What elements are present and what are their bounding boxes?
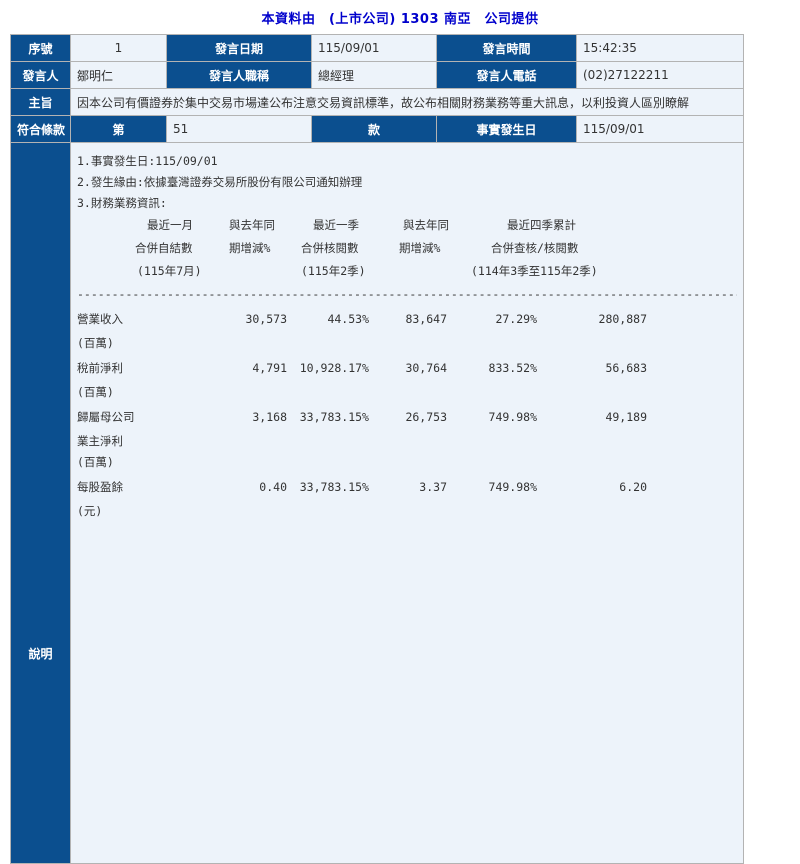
date-label: 發言日期 [166, 34, 312, 62]
row-value: 4,791 [252, 361, 287, 375]
row-value: 833.52% [488, 361, 537, 375]
row-value: 749.98% [488, 410, 537, 424]
separator-line: ----------------------------------------… [77, 287, 737, 301]
table-row: 序號 1 發言日期 115/09/01 發言時間 15:42:35 [10, 34, 744, 62]
row-value: 280,887 [598, 312, 647, 326]
event-date-value: 115/09/01 [576, 115, 744, 143]
col-header: 合併自結數 [135, 241, 193, 255]
item-label: 第 [70, 115, 167, 143]
row-unit: (百萬) [77, 385, 114, 399]
table-row: 說明 1.事實發生日:115/09/01 2.發生緣由:依據臺灣證券交易所股份有… [10, 142, 744, 864]
row-value: 3,168 [252, 410, 287, 424]
financial-row: 稅前淨利 4,791 10,928.17% 30,764 833.52% 56,683 [77, 354, 737, 382]
table-row: 發言人 鄒明仁 發言人職稱 總經理 發言人電話 (02)27122211 [10, 61, 744, 89]
explain-label: 說明 [10, 142, 71, 864]
role-label: 發言人職稱 [166, 61, 312, 89]
row-value: 26,753 [405, 410, 447, 424]
financial-row: 每股盈餘 0.40 33,783.15% 3.37 749.98% 6.20 [77, 473, 737, 501]
row-label: 歸屬母公司 [77, 410, 135, 424]
col-header: 合併查核/核閱數 [491, 241, 579, 255]
seq-value: 1 [70, 34, 167, 62]
phone-label: 發言人電話 [436, 61, 577, 89]
subject-value: 因本公司有價證券於集中交易市場達公布注意交易資訊標準，故公布相關財務業務等重大訊… [70, 88, 744, 116]
financial-header-row-2: 合併自結數 期增減% 合併核閱數 期增減% 合併查核/核閱數 [77, 237, 737, 260]
page-title: 本資料由 (上市公司) 1303 南亞 公司提供 [261, 12, 539, 27]
row-label: 營業收入 [77, 312, 123, 326]
clause-label: 符合條款 [10, 115, 71, 143]
event-date-label: 事實發生日 [436, 115, 577, 143]
explain-content: 1.事實發生日:115/09/01 2.發生緣由:依據臺灣證券交易所股份有限公司… [70, 142, 744, 864]
row-unit: (元) [77, 504, 103, 518]
phone-value: (02)27122211 [576, 61, 744, 89]
explain-text: 1.事實發生日:115/09/01 2.發生緣由:依據臺灣證券交易所股份有限公司… [77, 144, 737, 523]
row-value: 33,783.15% [299, 480, 369, 494]
time-value: 15:42:35 [576, 34, 744, 62]
col-header: 與去年同 [229, 218, 275, 232]
row-label: 稅前淨利 [77, 361, 123, 375]
col-header: 合併核閱數 [301, 241, 359, 255]
table-row: 符合條款 第 51 款 事實發生日 115/09/01 [10, 115, 744, 143]
financial-row: 歸屬母公司 3,168 33,783.15% 26,753 749.98% 49,189 [77, 403, 737, 431]
col-header: 期增減% [229, 241, 271, 255]
financial-header-row-1: 最近一月 與去年同 最近一季 與去年同 最近四季累計 [77, 214, 737, 237]
row-value: 6.20 [619, 480, 647, 494]
row-value: 10,928.17% [299, 361, 369, 375]
row-value: 44.53% [327, 312, 369, 326]
row-unit: (百萬) [77, 336, 114, 350]
speaker-label: 發言人 [10, 61, 71, 89]
col-header: (115年2季) [301, 264, 366, 278]
para-label: 款 [311, 115, 437, 143]
row-unit: (百萬) [77, 455, 114, 469]
body-line-3: 3.財務業務資訊: [77, 196, 167, 210]
col-header: (115年7月) [137, 264, 202, 278]
row-value: 3.37 [419, 480, 447, 494]
financial-header-row-3: (115年7月) (115年2季) (114年3季至115年2季) [77, 260, 737, 283]
row-value: 749.98% [488, 480, 537, 494]
announcement-table: 序號 1 發言日期 115/09/01 發言時間 15:42:35 發言人 鄒明… [10, 34, 744, 864]
time-label: 發言時間 [436, 34, 577, 62]
body-line-2: 2.發生緣由:依據臺灣證券交易所股份有限公司通知辦理 [77, 175, 363, 189]
clause-number: 51 [166, 115, 312, 143]
table-row: 主旨 因本公司有價證券於集中交易市場達公布注意交易資訊標準，故公布相關財務業務等… [10, 88, 744, 116]
row-value: 30,573 [245, 312, 287, 326]
seq-label: 序號 [10, 34, 71, 62]
col-header: 最近一季 [313, 218, 359, 232]
subject-label: 主旨 [10, 88, 71, 116]
col-header: 最近四季累計 [507, 218, 576, 232]
body-line-1: 1.事實發生日:115/09/01 [77, 154, 218, 168]
row-value: 83,647 [405, 312, 447, 326]
row-label-cont: 業主淨利 [77, 434, 123, 448]
col-header: 期增減% [399, 241, 441, 255]
role-value: 總經理 [311, 61, 437, 89]
row-value: 30,764 [405, 361, 447, 375]
col-header: 最近一月 [147, 218, 193, 232]
col-header: (114年3季至115年2季) [471, 264, 598, 278]
financial-row: 營業收入 30,573 44.53% 83,647 27.29% 280,887 [77, 305, 737, 333]
row-value: 33,783.15% [299, 410, 369, 424]
row-value: 27.29% [495, 312, 537, 326]
date-value: 115/09/01 [311, 34, 437, 62]
row-value: 0.40 [259, 480, 287, 494]
col-header: 與去年同 [403, 218, 449, 232]
row-value: 49,189 [605, 410, 647, 424]
speaker-value: 鄒明仁 [70, 61, 167, 89]
row-label: 每股盈餘 [77, 480, 123, 494]
row-value: 56,683 [605, 361, 647, 375]
